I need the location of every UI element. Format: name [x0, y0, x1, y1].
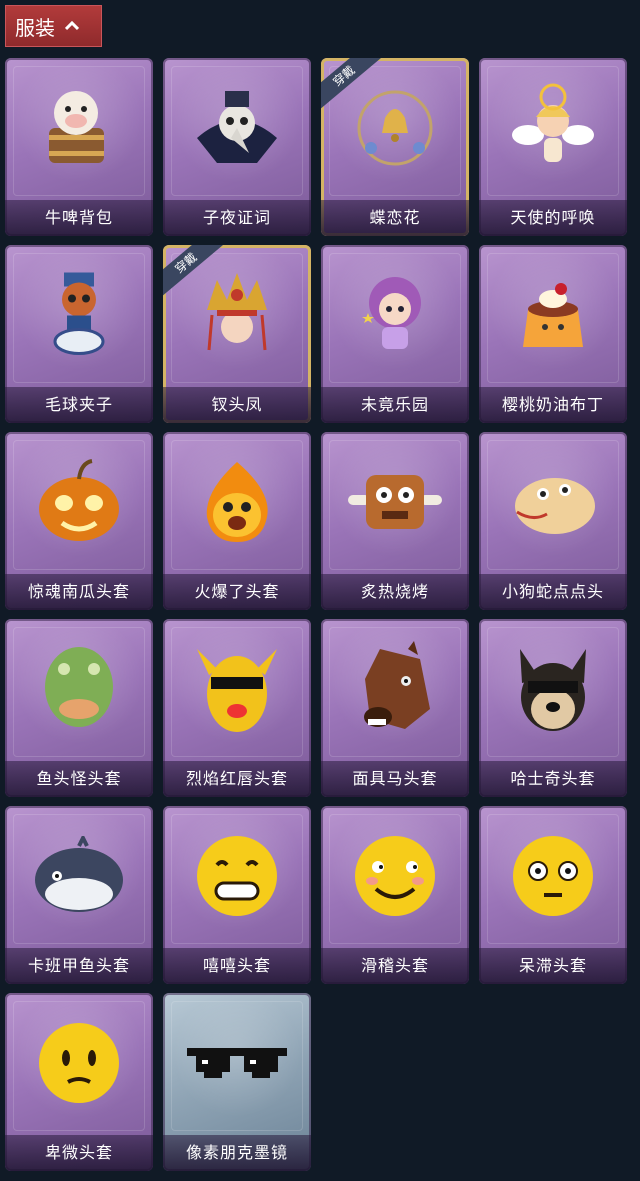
costume-card[interactable]: 子夜证词: [163, 58, 311, 236]
costume-card[interactable]: 穿戴 蝶恋花: [321, 58, 469, 236]
costume-name: 哈士奇头套: [479, 761, 627, 797]
costume-name: 樱桃奶油布丁: [479, 387, 627, 423]
snake-head-icon: [503, 462, 603, 546]
costume-card[interactable]: 鱼头怪头套: [5, 619, 153, 797]
meat-head-icon: [340, 467, 450, 541]
costume-name: 钗头凤: [163, 387, 311, 423]
costume-card[interactable]: 穿戴 钗头凤: [163, 245, 311, 423]
costume-name: 卑微头套: [5, 1135, 153, 1171]
costume-name: 呆滞头套: [479, 948, 627, 984]
costume-card[interactable]: 卑微头套: [5, 993, 153, 1171]
costume-name: 像素朋克墨镜: [163, 1135, 311, 1171]
humble-emoji-icon: [34, 1018, 124, 1112]
costume-card[interactable]: 面具马头套: [321, 619, 469, 797]
cow-beer-backpack-icon: [34, 83, 124, 177]
costume-card[interactable]: 惊魂南瓜头套: [5, 432, 153, 610]
costume-name: 烈焰红唇头套: [163, 761, 311, 797]
costume-card[interactable]: 炙热烧烤: [321, 432, 469, 610]
pudding-icon: [513, 275, 593, 359]
costume-card[interactable]: 樱桃奶油布丁: [479, 245, 627, 423]
costume-name: 炙热烧烤: [321, 574, 469, 610]
bell-wreath-icon: [345, 78, 445, 182]
angel-icon: [508, 83, 598, 177]
costume-name: 滑稽头套: [321, 948, 469, 984]
costume-card[interactable]: 滑稽头套: [321, 806, 469, 984]
costume-card[interactable]: 小狗蛇点点头: [479, 432, 627, 610]
costume-card[interactable]: 未竟乐园: [321, 245, 469, 423]
costume-name: 面具马头套: [321, 761, 469, 797]
phoenix-crown-icon: [187, 265, 287, 369]
costume-card[interactable]: 呆滞头套: [479, 806, 627, 984]
costume-card[interactable]: 卡班甲鱼头套: [5, 806, 153, 984]
pumpkin-icon: [34, 457, 124, 551]
raccoon-drummer-icon: [34, 268, 124, 367]
fish-head-icon: [34, 639, 124, 743]
costume-name: 惊魂南瓜头套: [5, 574, 153, 610]
costume-name: 天使的呼唤: [479, 200, 627, 236]
costume-name: 小狗蛇点点头: [479, 574, 627, 610]
costume-card[interactable]: 毛球夹子: [5, 245, 153, 423]
costume-name: 牛啤背包: [5, 200, 153, 236]
costume-card[interactable]: 火爆了头套: [163, 432, 311, 610]
costume-name: 卡班甲鱼头套: [5, 948, 153, 984]
costume-name: 未竟乐园: [321, 387, 469, 423]
horse-head-icon: [350, 639, 440, 743]
costume-name: 嘻嘻头套: [163, 948, 311, 984]
costume-name: 毛球夹子: [5, 387, 153, 423]
costume-name: 子夜证词: [163, 200, 311, 236]
pixel-sunglasses-icon: [182, 1038, 292, 1092]
costume-card[interactable]: 烈焰红唇头套: [163, 619, 311, 797]
costume-grid: 牛啤背包 子夜证词 穿戴 蝶恋花 天使的呼唤毛球夹子 穿戴 钗头凤 未竟乐园 樱桃奶油布丁惊魂南…: [5, 58, 627, 1171]
stare-emoji-icon: [508, 831, 598, 925]
plague-doctor-icon: [187, 83, 287, 177]
sly-emoji-icon: [350, 831, 440, 925]
whale-head-icon: [29, 833, 129, 920]
chevron-up-icon: [65, 21, 79, 31]
costume-name: 鱼头怪头套: [5, 761, 153, 797]
husky-head-icon: [508, 639, 598, 743]
candy-girl-icon: [350, 265, 440, 369]
costume-name: 火爆了头套: [163, 574, 311, 610]
grin-emoji-icon: [192, 831, 282, 925]
costume-category-toggle[interactable]: 服装: [5, 5, 102, 47]
fire-head-icon: [192, 457, 282, 551]
costume-card[interactable]: 天使的呼唤: [479, 58, 627, 236]
costume-card[interactable]: 牛啤背包: [5, 58, 153, 236]
costume-name: 蝶恋花: [321, 200, 469, 236]
costume-card[interactable]: 像素朋克墨镜: [163, 993, 311, 1171]
costume-card[interactable]: 哈士奇头套: [479, 619, 627, 797]
costume-card[interactable]: 嘻嘻头套: [163, 806, 311, 984]
category-label: 服装: [15, 15, 55, 40]
yellow-mask-icon: [187, 639, 287, 743]
